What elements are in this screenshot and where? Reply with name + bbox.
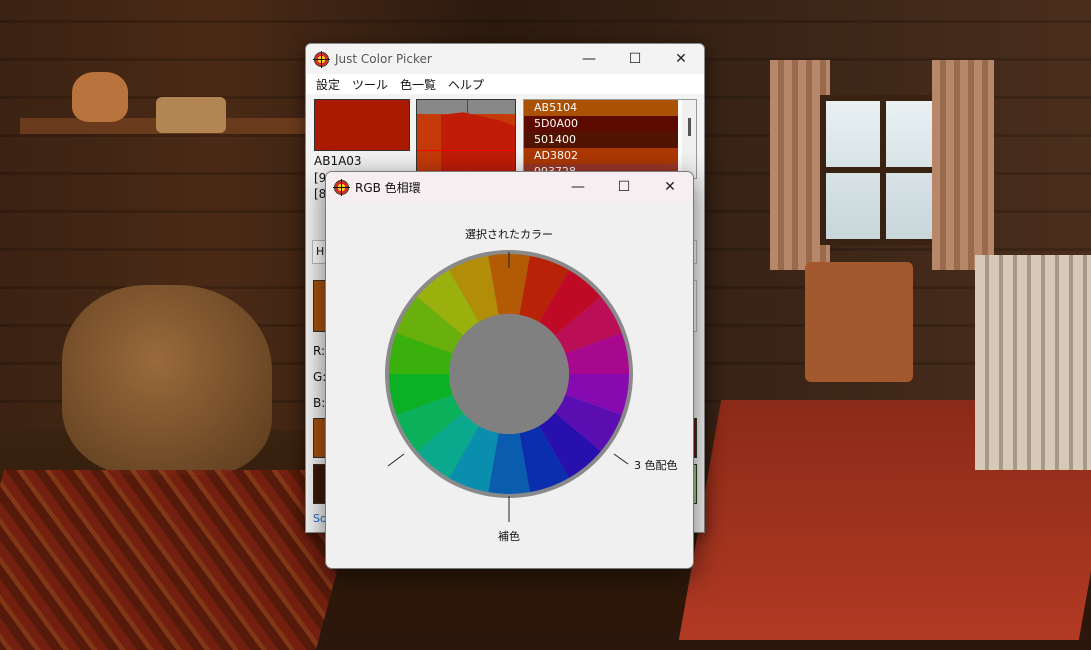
crosshair-horizontal xyxy=(417,150,515,151)
menu-settings[interactable]: 設定 xyxy=(310,76,346,93)
b-label: B: xyxy=(313,396,326,410)
selected-color-label: 選択されたカラー xyxy=(465,227,553,241)
history-row[interactable]: AD3802 xyxy=(524,148,678,164)
maximize-button[interactable]: ☐ xyxy=(612,44,658,74)
minimize-button[interactable]: — xyxy=(566,44,612,74)
menu-help[interactable]: ヘルプ xyxy=(442,76,490,93)
triad-leader-line-left xyxy=(387,453,405,467)
dialog-maximize-button[interactable]: ☐ xyxy=(601,172,647,202)
menu-bar: 設定 ツール 色一覧 ヘルプ xyxy=(306,74,704,94)
wheel-center xyxy=(449,314,569,434)
dialog-close-button[interactable]: ✕ xyxy=(647,172,693,202)
dialog-titlebar[interactable]: RGB 色相環 — ☐ ✕ xyxy=(326,172,693,202)
current-color-swatch xyxy=(314,99,410,151)
history-scrollbar[interactable] xyxy=(682,100,696,178)
rgb-color-wheel-dialog: RGB 色相環 — ☐ ✕ 選択されたカラー 3 色配色 補色 xyxy=(325,171,694,569)
r-label: R: xyxy=(313,344,326,358)
dialog-title: RGB 色相環 xyxy=(355,180,421,195)
current-hex-label: AB1A03 xyxy=(314,154,362,168)
color-wheel-area: 選択されたカラー 3 色配色 補色 xyxy=(326,202,693,568)
history-row[interactable]: 5D0A00 xyxy=(524,116,678,132)
dialog-minimize-button[interactable]: — xyxy=(555,172,601,202)
main-window-title: Just Color Picker xyxy=(335,52,432,66)
menu-color-list[interactable]: 色一覧 xyxy=(394,76,442,93)
complement-label: 補色 xyxy=(498,529,520,543)
color-history-list[interactable]: AB5104 5D0A00 501400 AD3802 993728 xyxy=(523,99,697,179)
history-row[interactable]: AB5104 xyxy=(524,100,678,116)
triad-leader-line xyxy=(613,453,629,465)
close-button[interactable]: ✕ xyxy=(658,44,704,74)
crosshair-vertical xyxy=(467,100,468,178)
triad-label: 3 色配色 xyxy=(634,458,678,472)
dialog-app-icon xyxy=(333,178,350,196)
scrollbar-thumb[interactable] xyxy=(688,118,691,136)
color-wheel[interactable]: 選択されたカラー 3 色配色 補色 xyxy=(326,202,693,568)
zoom-preview xyxy=(416,99,516,179)
app-icon xyxy=(313,50,330,68)
history-row[interactable]: 501400 xyxy=(524,132,678,148)
menu-tools[interactable]: ツール xyxy=(346,76,394,93)
main-titlebar[interactable]: Just Color Picker — ☐ ✕ xyxy=(306,44,704,74)
